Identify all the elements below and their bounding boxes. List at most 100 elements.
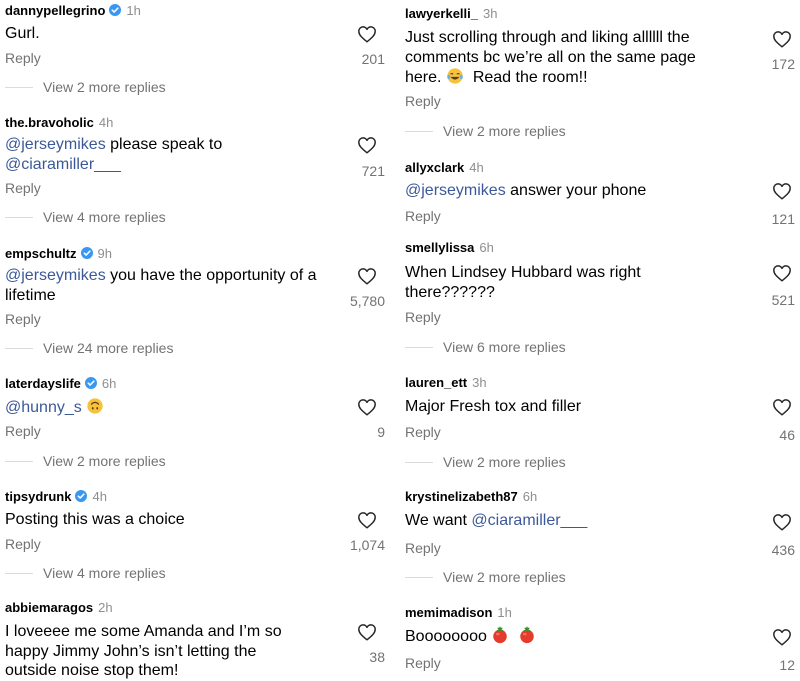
reply-thread-line xyxy=(405,130,433,132)
like-count: 436 xyxy=(771,542,795,558)
comment-text-segment: Just scrolling through and liking alllll… xyxy=(405,29,690,46)
like-count: 9 xyxy=(377,424,385,440)
like-heart-icon[interactable] xyxy=(772,182,792,200)
verified-badge-icon xyxy=(75,490,88,502)
mention-link[interactable]: @hunny_s xyxy=(5,399,82,416)
comment-text-line: @jerseymikes you have the opportunity of… xyxy=(5,266,317,286)
reply-button[interactable]: Reply xyxy=(5,180,41,196)
comment-text-line: Posting this was a choice xyxy=(5,510,185,530)
username-link[interactable]: lawyerkelli_ xyxy=(405,6,478,21)
username-link[interactable]: krystinelizabeth87 xyxy=(405,489,518,504)
comment-header: krystinelizabeth87 6h xyxy=(405,489,537,504)
username-link[interactable]: the.bravoholic xyxy=(5,115,94,130)
right-comment-column: lawyerkelli_ 3h Just scrolling through and… xyxy=(400,0,800,681)
comment-text-line: here. Read the room!! xyxy=(405,67,696,88)
left-comment-column: dannypellegrino 1h Gurl. Reply 201 View 2 mor… xyxy=(0,0,400,681)
view-more-replies-button[interactable]: View 2 more replies xyxy=(405,567,566,587)
comment-text: Major Fresh tox and filler xyxy=(405,397,581,417)
comment-timestamp: 4h xyxy=(469,160,484,175)
comment-text: Gurl. xyxy=(5,24,40,44)
view-more-replies-label: View 2 more replies xyxy=(443,123,566,139)
username-link[interactable]: abbiemaragos xyxy=(5,600,93,615)
comment-text: @hunny_s xyxy=(5,397,104,418)
like-heart-icon[interactable] xyxy=(772,513,792,531)
reply-button[interactable]: Reply xyxy=(5,423,41,439)
reply-button[interactable]: Reply xyxy=(405,424,441,440)
upside-down-face-emoji xyxy=(86,397,104,415)
username-link[interactable]: laterdayslife xyxy=(5,376,81,391)
reply-button[interactable]: Reply xyxy=(405,655,441,671)
comment-text-line: @jerseymikes answer your phone xyxy=(405,181,646,201)
comment-text-line: there?????? xyxy=(405,283,641,303)
username-link[interactable]: dannypellegrino xyxy=(5,3,105,18)
comment-text-segment: you have the opportunity of a xyxy=(105,267,317,284)
comment-timestamp: 6h xyxy=(101,376,117,391)
reply-thread-line xyxy=(405,346,433,348)
view-more-replies-label: View 2 more replies xyxy=(443,454,566,470)
reply-button[interactable]: Reply xyxy=(405,309,441,325)
username-link[interactable]: smellylissa xyxy=(405,240,474,255)
like-heart-icon[interactable] xyxy=(772,30,792,48)
verified-badge-icon xyxy=(84,377,97,389)
view-more-replies-button[interactable]: View 4 more replies xyxy=(5,207,166,227)
like-heart-icon[interactable] xyxy=(357,136,377,154)
comment-header: lauren_ett 3h xyxy=(405,375,487,390)
view-more-replies-button[interactable]: View 6 more replies xyxy=(405,337,566,357)
username-link[interactable]: memimadison xyxy=(405,605,492,620)
mention-link[interactable]: @jerseymikes xyxy=(5,267,106,284)
verified-badge-icon xyxy=(80,247,93,259)
reply-button[interactable]: Reply xyxy=(5,311,41,327)
username-link[interactable]: allyxclark xyxy=(405,160,464,175)
like-heart-icon[interactable] xyxy=(357,25,377,43)
comment-timestamp: 4h xyxy=(92,489,107,504)
view-more-replies-button[interactable]: View 24 more replies xyxy=(5,338,173,358)
view-more-replies-button[interactable]: View 2 more replies xyxy=(5,77,166,97)
mention-link[interactable]: @ciaramiller___ xyxy=(471,512,587,529)
verified-badge-icon xyxy=(109,4,122,16)
reply-button[interactable]: Reply xyxy=(405,540,441,556)
like-heart-icon[interactable] xyxy=(357,267,377,285)
like-heart-icon[interactable] xyxy=(357,511,377,529)
view-more-replies-button[interactable]: View 4 more replies xyxy=(5,563,166,583)
comment-header: memimadison 1h xyxy=(405,605,512,620)
view-more-replies-label: View 6 more replies xyxy=(443,339,566,355)
comment-timestamp: 6h xyxy=(522,489,538,504)
view-more-replies-button[interactable]: View 2 more replies xyxy=(5,451,166,471)
reply-button[interactable]: Reply xyxy=(405,93,441,109)
like-heart-icon[interactable] xyxy=(357,398,377,416)
comment-text-line: Just scrolling through and liking alllll… xyxy=(405,28,696,48)
reply-button[interactable]: Reply xyxy=(5,50,41,66)
username-link[interactable]: tipsydrunk xyxy=(5,489,71,504)
comment-text-segment: please speak to xyxy=(105,136,223,153)
comment-timestamp: 4h xyxy=(98,115,114,130)
comment-text-segment: We want xyxy=(405,512,472,529)
comment-text: Boooooooo xyxy=(405,626,536,647)
view-more-replies-button[interactable]: View 2 more replies xyxy=(405,452,566,472)
mention-link[interactable]: @ciaramiller___ xyxy=(5,156,121,173)
like-heart-icon[interactable] xyxy=(772,264,792,282)
view-more-replies-button[interactable]: View 2 more replies xyxy=(405,121,566,141)
like-heart-icon[interactable] xyxy=(772,628,792,646)
like-count: 121 xyxy=(771,211,795,227)
like-heart-icon[interactable] xyxy=(357,623,377,641)
comment-text: We want @ciaramiller___ xyxy=(405,511,587,531)
like-count: 201 xyxy=(361,51,385,67)
reply-button[interactable]: Reply xyxy=(405,208,441,224)
mention-link[interactable]: @jerseymikes xyxy=(5,136,106,153)
mention-link[interactable]: @jerseymikes xyxy=(405,182,506,199)
comment-text-segment: Major Fresh tox and filler xyxy=(405,398,582,415)
username-link[interactable]: lauren_ett xyxy=(405,375,467,390)
comment-text-line: outside noise stop them! xyxy=(5,661,282,681)
comment-text: Just scrolling through and liking alllll… xyxy=(405,28,696,88)
like-count: 721 xyxy=(361,163,385,179)
comment-text-line: Major Fresh tox and filler xyxy=(405,397,581,417)
comment-text-segment: Read the room!! xyxy=(463,69,588,86)
reply-thread-line xyxy=(405,576,433,578)
like-count: 12 xyxy=(779,657,795,673)
like-heart-icon[interactable] xyxy=(772,398,792,416)
comment-text-line: Boooooooo xyxy=(405,626,536,647)
reply-thread-line xyxy=(5,216,33,218)
username-link[interactable]: empschultz xyxy=(5,246,77,261)
reply-button[interactable]: Reply xyxy=(5,536,41,552)
comment-text-line: @hunny_s xyxy=(5,397,104,418)
